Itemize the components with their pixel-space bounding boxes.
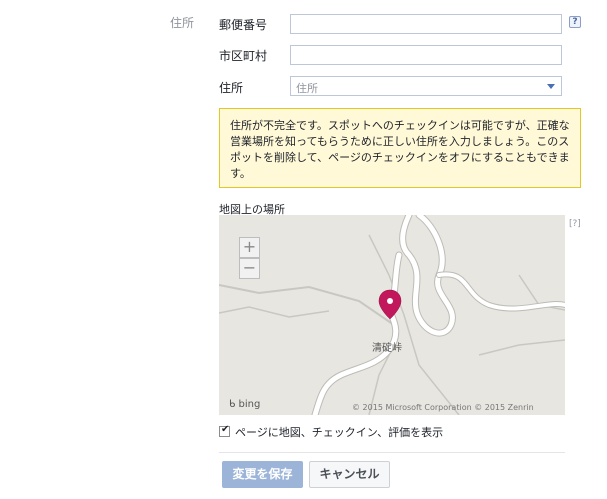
city-label: 市区町村 [219, 49, 268, 63]
section-label-address: 住所 [170, 16, 195, 30]
map-roads [219, 215, 565, 415]
incomplete-address-warning: 住所が不完全です。スポットへのチェックインは可能ですが、正確な営業場所を知っても… [219, 108, 581, 188]
minor-road [219, 284, 395, 326]
minor-road [219, 306, 330, 318]
show-map-label[interactable]: ページに地図、チェックイン、評価を表示 [235, 424, 443, 440]
city-input[interactable] [290, 45, 562, 65]
save-button[interactable]: 変更を保存 [222, 461, 303, 488]
cancel-button[interactable]: キャンセル [309, 461, 390, 488]
bing-icon: ᑲ [229, 399, 236, 410]
help-icon[interactable]: ? [569, 16, 581, 28]
main-road [437, 272, 565, 311]
divider [219, 452, 565, 453]
main-road [311, 306, 400, 415]
map-marker-dot [387, 298, 393, 304]
bing-logo: ᑲ bing [229, 399, 260, 410]
address-select-value: 住所 [296, 82, 318, 95]
main-road [312, 307, 399, 415]
map-help-link[interactable]: [?] [569, 219, 581, 229]
minor-road [478, 339, 565, 356]
address-label: 住所 [219, 81, 244, 95]
map-place-label: 清碇峠 [372, 343, 402, 354]
check-icon: ✔ [221, 424, 230, 435]
zoom-control: + − [239, 237, 260, 279]
chevron-down-icon [547, 84, 555, 89]
show-map-checkbox[interactable]: ✔ [219, 424, 230, 437]
map-view[interactable]: + − 清碇峠 ᑲ bing © 2015 Microsoft Corporat… [219, 215, 565, 415]
zoom-out-button[interactable]: − [239, 258, 260, 279]
map-credit: © 2015 Microsoft Corporation © 2015 Zenr… [352, 403, 534, 412]
postal-code-label: 郵便番号 [219, 18, 268, 32]
map-marker [378, 289, 402, 320]
address-select[interactable]: 住所 [290, 76, 562, 96]
bing-logo-text: bing [238, 399, 261, 410]
zoom-in-button[interactable]: + [239, 237, 260, 258]
postal-code-input[interactable] [290, 14, 562, 34]
